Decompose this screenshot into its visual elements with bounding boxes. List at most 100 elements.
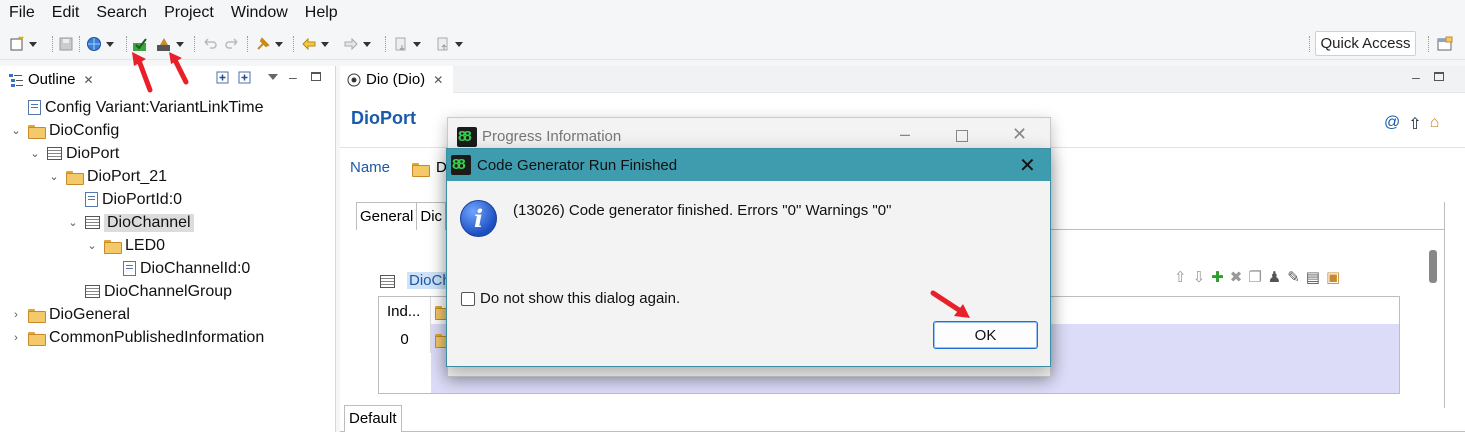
maximize-icon[interactable] [1434, 72, 1444, 81]
add-icon[interactable]: ✚ [1211, 268, 1224, 286]
outline-tab-title: Outline [28, 71, 76, 88]
prev-annotation-button[interactable] [435, 34, 463, 54]
back-button[interactable] [301, 34, 329, 54]
pin-button[interactable] [255, 34, 283, 54]
tree-item-label: LED0 [125, 236, 166, 254]
new-icon [9, 36, 25, 52]
menu-help[interactable]: Help [305, 4, 338, 22]
dialog-titlebar[interactable]: Code Generator Run Finished ✕ [447, 149, 1050, 181]
minimize-icon[interactable]: ‒ [900, 124, 910, 145]
table-edit-icon[interactable]: ▤ [1306, 268, 1320, 286]
home-icon[interactable]: ⌂ [1430, 114, 1440, 134]
tree-item-label: DioPort_21 [87, 167, 168, 185]
globe-button[interactable] [86, 34, 114, 54]
info-icon: i [460, 200, 497, 237]
doc-icon [123, 261, 136, 276]
tree-item[interactable]: Config Variant:VariantLinkTime [10, 96, 263, 119]
tree-item[interactable]: ⌄ DioChannel [67, 211, 194, 234]
chevron-right-icon[interactable]: › [10, 332, 22, 344]
chevron-down-icon[interactable]: ⌄ [29, 147, 41, 160]
subtab-dio[interactable]: Dic [417, 202, 447, 230]
maximize-icon[interactable] [956, 130, 968, 142]
grid-toolbar: ⇧ ⇩ ✚ ✖ ❐ ♟ ✎ ▤ ▣ [1174, 268, 1340, 286]
folder-icon [66, 170, 84, 185]
open-perspective-button[interactable] [1437, 34, 1453, 54]
do-not-show-checkbox[interactable] [461, 292, 475, 306]
maximize-icon[interactable] [311, 72, 321, 81]
tree-item[interactable]: DioChannelId:0 [105, 257, 250, 280]
chevron-down-icon[interactable]: ⌄ [86, 239, 98, 252]
forward-icon [343, 36, 359, 52]
tree-item[interactable]: › CommonPublishedInformation [10, 326, 264, 349]
next-annotation-icon [393, 36, 409, 52]
chevron-down-icon[interactable]: ⌄ [10, 124, 22, 137]
save-button[interactable] [58, 34, 74, 54]
tab-default[interactable]: Default [344, 405, 402, 432]
doc-icon [85, 192, 98, 207]
chevron-down-icon[interactable]: ⌄ [67, 216, 79, 229]
chevron-down-icon[interactable]: ⌄ [48, 170, 60, 183]
edit-icon[interactable]: ✎ [1287, 268, 1300, 286]
ok-button[interactable]: OK [933, 321, 1038, 349]
tree-item[interactable]: › DioGeneral [10, 303, 130, 326]
do-not-show-label[interactable]: Do not show this dialog again. [480, 290, 680, 307]
name-label: Name [350, 159, 391, 176]
at-icon[interactable]: @ [1384, 114, 1400, 134]
move-up-icon[interactable]: ⇧ [1174, 268, 1187, 286]
back-icon [301, 36, 317, 52]
tree-item-label: DioPort [66, 144, 120, 162]
user-icon[interactable]: ♟ [1268, 268, 1281, 286]
folder-icon [104, 239, 122, 254]
menu-window[interactable]: Window [231, 4, 288, 22]
menu-edit[interactable]: Edit [52, 4, 80, 22]
menu-file[interactable]: File [9, 4, 35, 22]
minimize-icon[interactable]: ‒ [289, 69, 297, 85]
expand-all-icon[interactable] [216, 71, 230, 89]
collapse-all-icon[interactable] [238, 71, 252, 89]
table-icon [380, 275, 395, 288]
close-icon[interactable]: ✕ [84, 73, 94, 87]
progress-dialog-title: Progress Information [482, 128, 622, 145]
folder-icon [28, 331, 46, 346]
menu-bar: File Edit Search Project Window Help [0, 0, 1465, 26]
app-icon [457, 127, 477, 147]
page-title: DioPort [351, 108, 416, 128]
folder-icon [412, 162, 430, 177]
view-menu-icon[interactable] [268, 74, 278, 80]
quick-access-field[interactable]: Quick Access [1315, 31, 1416, 56]
menu-search[interactable]: Search [96, 4, 147, 22]
minimize-icon[interactable]: ‒ [1412, 69, 1420, 85]
move-down-icon[interactable]: ⇩ [1193, 268, 1206, 286]
tree-item-label: DioConfig [49, 121, 120, 139]
delete-icon[interactable]: ✖ [1230, 268, 1243, 286]
menu-project[interactable]: Project [164, 4, 214, 22]
tree-item-label: CommonPublishedInformation [49, 328, 265, 346]
scrollbar[interactable] [1429, 250, 1437, 283]
chevron-right-icon[interactable]: › [10, 309, 22, 321]
tree-item[interactable]: DioChannelGroup [67, 280, 232, 303]
tree-item[interactable]: ⌄ DioPort_21 [48, 165, 167, 188]
tree-item[interactable]: ⌄ DioConfig [10, 119, 119, 142]
up-arrow-icon[interactable]: ⇧ [1408, 114, 1421, 134]
tree-item-label: Config Variant:VariantLinkTime [45, 98, 264, 116]
tree-item[interactable]: ⌄ LED0 [86, 234, 165, 257]
column-header-index[interactable]: Ind... [379, 297, 431, 327]
globe-icon [86, 36, 102, 52]
tree-item[interactable]: ⌄ DioPort [29, 142, 119, 165]
tree-item[interactable]: DioPortId:0 [67, 188, 182, 211]
close-icon[interactable]: ✕ [1019, 153, 1036, 178]
redo-icon [224, 36, 240, 52]
editor-tab[interactable]: Dio (Dio) ✕ [340, 66, 454, 93]
import-icon[interactable]: ▣ [1326, 268, 1340, 286]
next-annotation-button[interactable] [393, 34, 421, 54]
table-cell-index[interactable]: 0 [379, 327, 431, 353]
subtab-general[interactable]: General [356, 202, 418, 230]
forward-button[interactable] [343, 34, 371, 54]
close-icon[interactable]: ✕ [1012, 124, 1027, 145]
new-button[interactable] [9, 34, 37, 54]
save-icon [58, 36, 74, 52]
copy-icon[interactable]: ❐ [1248, 268, 1261, 286]
close-icon[interactable]: ✕ [433, 73, 443, 87]
redo-button[interactable] [224, 34, 240, 54]
outline-tab[interactable]: Outline ✕ [0, 66, 94, 93]
